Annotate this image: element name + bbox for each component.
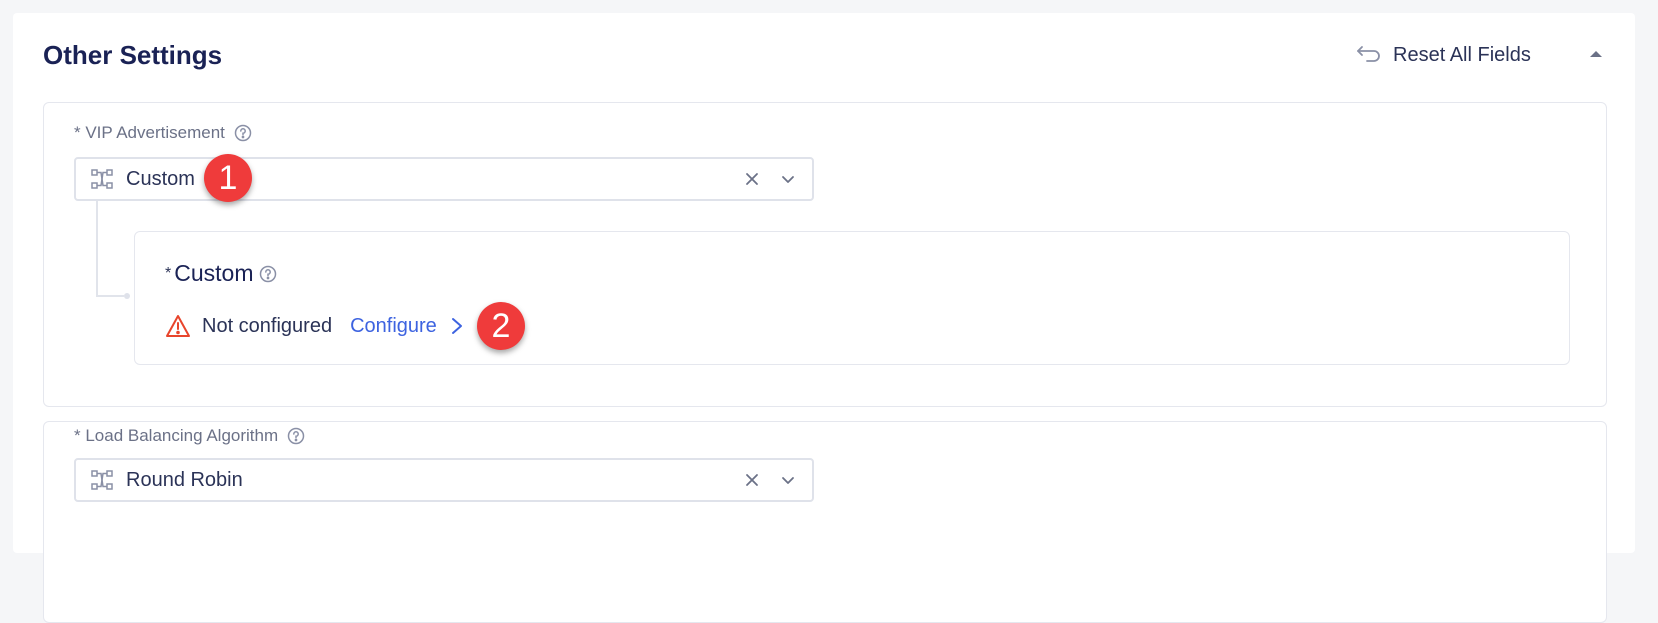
chevron-down-icon[interactable] [778,470,798,490]
load-balancing-value: Round Robin [126,468,243,491]
caret-up-icon [1589,50,1603,58]
custom-title-text: Custom [174,260,254,286]
load-balancing-field-label: * Load Balancing Algorithm [74,426,305,446]
help-icon[interactable] [234,124,252,142]
required-marker: * [165,264,172,282]
tree-connector-dot [124,293,130,299]
vip-advertisement-card: * VIP Advertisement Custom 1 * Custom No… [43,102,1607,407]
load-balancing-card: * Load Balancing Algorithm Round Robin [43,421,1607,623]
load-balancing-select[interactable]: Round Robin [74,458,814,502]
clear-icon[interactable] [742,470,762,490]
help-icon[interactable] [287,427,305,445]
configure-link[interactable]: Configure [350,315,437,338]
custom-config-title: * Custom [165,260,277,287]
vip-advertisement-value: Custom [126,167,195,190]
load-balancing-label: * Load Balancing Algorithm [74,426,279,445]
step-badge-2: 2 [477,302,525,350]
reset-all-fields-button[interactable]: Reset All Fields [1355,40,1531,70]
topology-icon [90,167,114,191]
chevron-right-icon[interactable] [449,316,465,336]
topology-icon [90,468,114,492]
configuration-status: Not configured Configure [165,314,465,338]
warning-icon [165,314,191,338]
section-title: Other Settings [43,40,223,70]
tree-connector [96,201,124,297]
undo-icon [1355,43,1381,67]
vip-advertisement-select[interactable]: Custom [74,157,814,201]
collapse-section-button[interactable] [1586,44,1606,64]
vip-advertisement-label: * VIP Advertisement [74,123,225,142]
custom-config-card: * Custom Not configured Configure 2 [134,231,1570,365]
vip-advertisement-field-label: * VIP Advertisement [74,123,252,143]
step-badge-1: 1 [204,154,252,202]
clear-icon[interactable] [742,169,762,189]
chevron-down-icon[interactable] [778,169,798,189]
help-icon[interactable] [259,265,277,283]
reset-all-fields-label: Reset All Fields [1393,43,1531,66]
status-text: Not configured [202,314,333,337]
